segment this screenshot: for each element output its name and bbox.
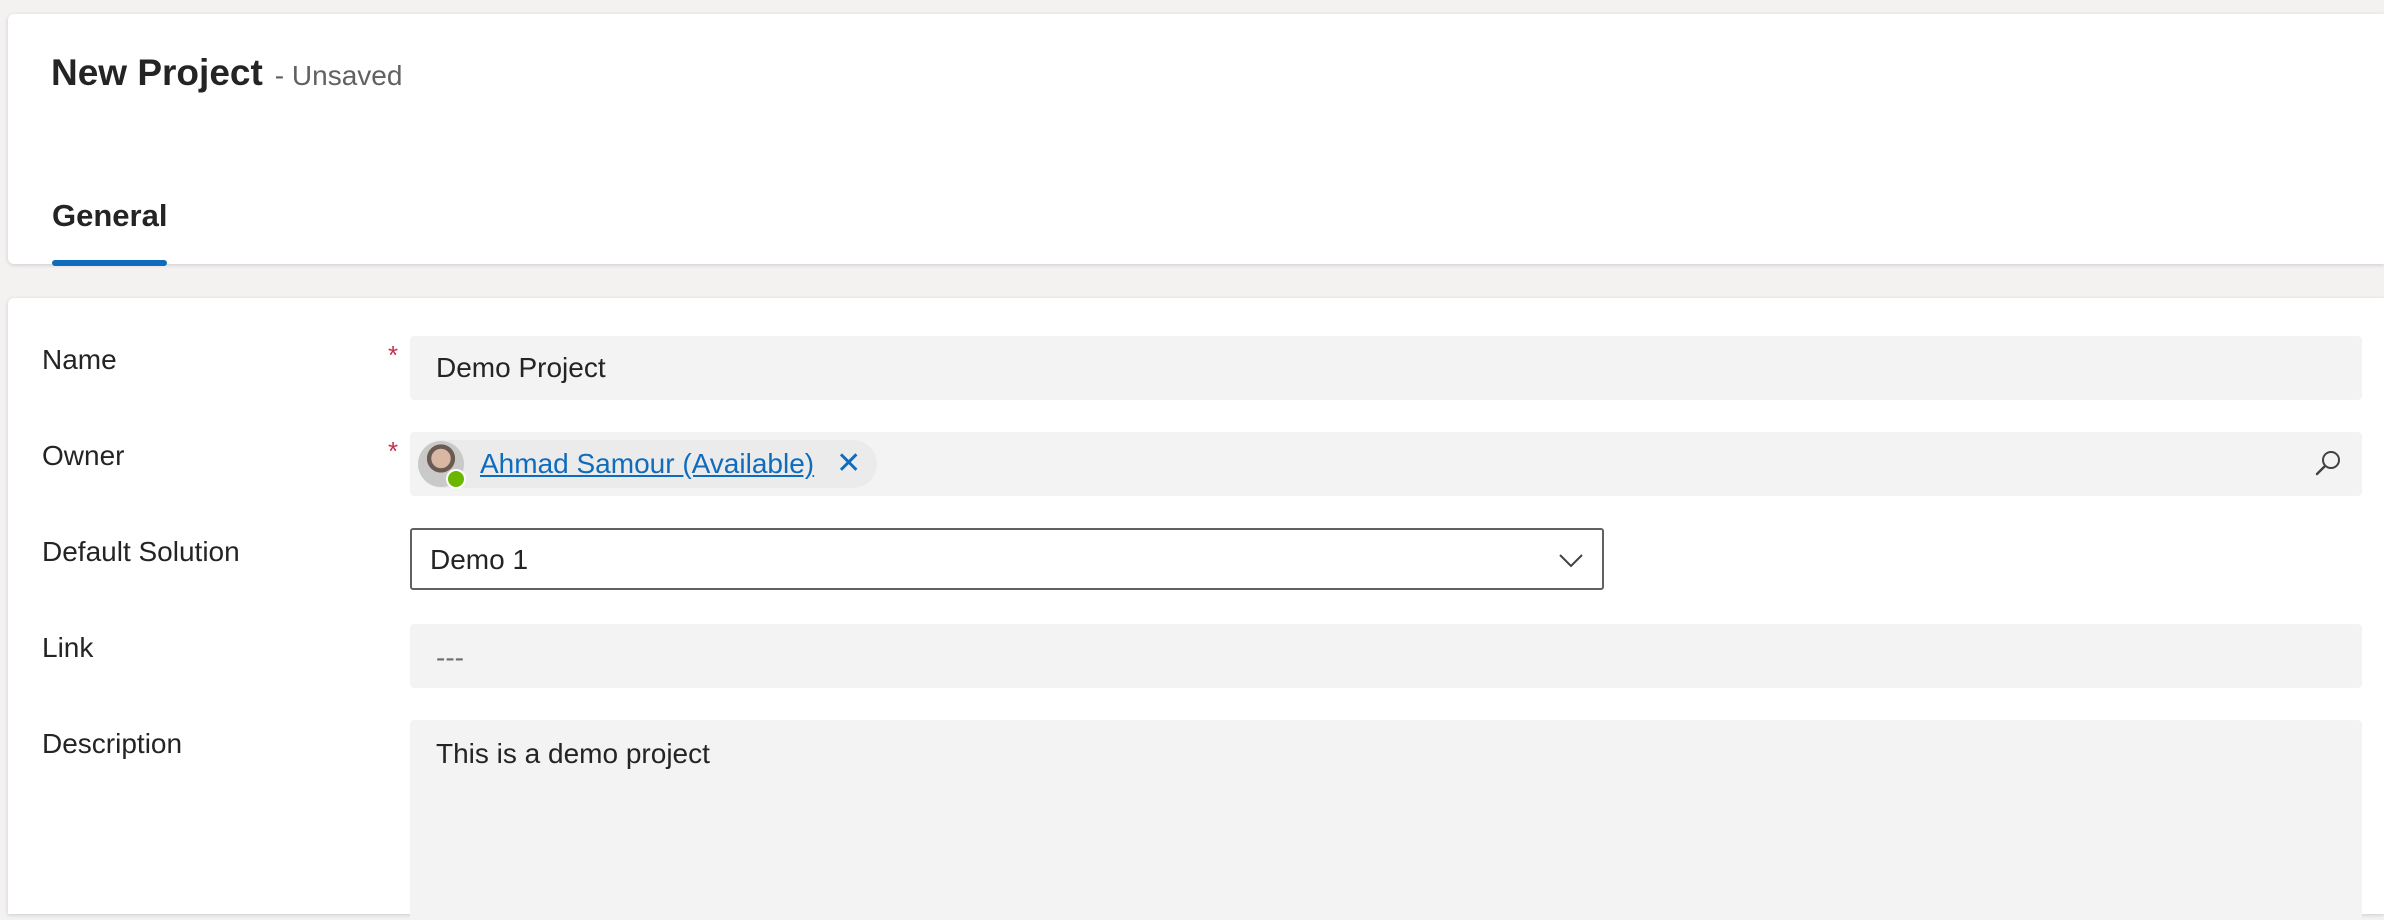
- tab-general[interactable]: General: [52, 182, 168, 266]
- description-value: This is a demo project: [436, 738, 710, 769]
- default-solution-value: Demo 1: [430, 544, 529, 575]
- general-section: Name * Demo Project Owner * Ahmad Samour…: [8, 298, 2384, 920]
- owner-link[interactable]: Ahmad Samour (Available): [480, 448, 814, 480]
- name-value: Demo Project: [436, 352, 606, 383]
- name-label: Name: [42, 344, 117, 375]
- link-label: Link: [42, 632, 94, 663]
- presence-available-icon: [446, 469, 466, 489]
- link-field[interactable]: ---: [410, 624, 2362, 688]
- default-solution-dropdown[interactable]: Demo 1: [410, 528, 1604, 590]
- tab-general-label: General: [52, 198, 168, 233]
- owner-required-marker: *: [388, 436, 399, 466]
- owner-label: Owner: [42, 440, 125, 471]
- save-status: - Unsaved: [274, 60, 403, 91]
- name-required-marker: *: [388, 340, 399, 370]
- avatar: [418, 441, 466, 489]
- title-row: New Project - Unsaved: [51, 52, 402, 94]
- page-title: New Project: [51, 52, 263, 93]
- owner-chip: Ahmad Samour (Available) ✕: [418, 440, 878, 489]
- owner-lookup-field[interactable]: Ahmad Samour (Available) ✕: [410, 432, 2362, 496]
- active-tab-indicator: [52, 260, 168, 266]
- search-icon[interactable]: [2312, 448, 2344, 480]
- name-field[interactable]: Demo Project: [410, 336, 2362, 400]
- description-textarea[interactable]: This is a demo project: [410, 720, 2362, 920]
- form-header: New Project - Unsaved General: [8, 14, 2384, 266]
- description-label: Description: [42, 728, 183, 759]
- link-value: ---: [436, 642, 464, 673]
- default-solution-label: Default Solution: [42, 536, 240, 567]
- remove-owner-icon[interactable]: ✕: [836, 449, 861, 479]
- chevron-down-icon: [1558, 548, 1584, 572]
